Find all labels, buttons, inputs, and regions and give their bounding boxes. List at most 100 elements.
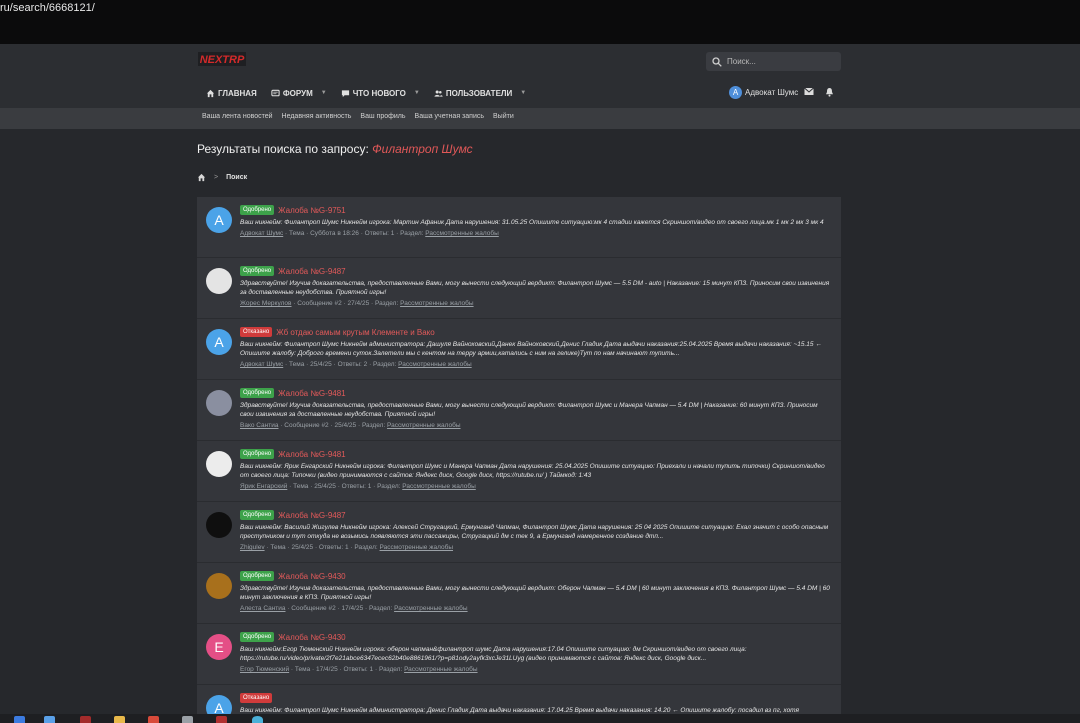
status-badge: Одобрено	[240, 449, 275, 459]
subnav-profile[interactable]: Ваш профиль	[360, 113, 405, 120]
avatar[interactable]: A	[206, 207, 232, 233]
result-author-link[interactable]: Жорес Меркулов	[240, 300, 292, 307]
status-badge: Одобрено	[240, 632, 275, 642]
result-author-link[interactable]: Адвокат Шумс	[240, 230, 283, 237]
avatar[interactable]	[206, 573, 232, 599]
search-result-row[interactable]: Одобрено Жалоба №G-9430 Здравствуйте! Изуч…	[197, 563, 841, 624]
user-menu[interactable]: A Адвокат Шумс	[729, 86, 798, 99]
nav-forum-label: ФОРУМ	[282, 88, 313, 98]
subnav-recent-activity[interactable]: Недавняя активность	[282, 113, 352, 120]
result-author-link[interactable]: Алеста Сантиа	[240, 605, 286, 612]
avatar[interactable]	[206, 512, 232, 538]
result-title-link[interactable]: Жалоба №G-9430	[278, 633, 345, 642]
taskbar-app-icon[interactable]	[182, 716, 193, 723]
avatar[interactable]	[206, 390, 232, 416]
mail-icon[interactable]	[804, 87, 814, 96]
result-section-link[interactable]: Рассмотренные жалобы	[394, 605, 468, 612]
search-result-row[interactable]: Одобрено Жалоба №G-9487 Здравствуйте! Изуч…	[197, 258, 841, 319]
result-title-link[interactable]: Жалоба №G-9430	[278, 572, 345, 581]
status-badge: Одобрено	[240, 266, 275, 276]
result-header: Отказано Жб отдаю самым крутым Клементе и…	[240, 327, 832, 337]
result-meta: Алеста Сантиа · Сообщение #2 · 17/4/25 ·…	[240, 604, 832, 613]
nav-whats-new[interactable]: ЧТО НОВОГО ▼	[341, 89, 420, 98]
result-meta: Адвокат Шумс · Тема · Суббота в 18:26 · …	[240, 229, 832, 238]
result-section-link[interactable]: Рассмотренные жалобы	[400, 300, 474, 307]
result-section-link[interactable]: Рассмотренные жалобы	[402, 483, 476, 490]
status-badge: Одобрено	[240, 205, 275, 215]
result-author-link[interactable]: Егор Тюменский	[240, 666, 289, 673]
avatar[interactable]: E	[206, 634, 232, 660]
nav-forum[interactable]: ФОРУМ ▼	[271, 89, 327, 98]
result-title-link[interactable]: Жалоба №G-9481	[278, 450, 345, 459]
nextrp-logo[interactable]: NEXTRP	[198, 52, 246, 66]
result-section-link[interactable]: Рассмотренные жалобы	[425, 230, 499, 237]
avatar[interactable]	[206, 451, 232, 477]
result-date: 25/4/25	[310, 361, 332, 368]
subnav-logout[interactable]: Выйти	[493, 113, 514, 120]
taskbar-app-icon[interactable]	[44, 716, 55, 723]
search-result-row[interactable]: E Одобрено Жалоба №G-9430 Ваш никнейм:Егор …	[197, 624, 841, 685]
search-result-row[interactable]: Одобрено Жалоба №G-9481 Ваш никнейм: Ярик …	[197, 441, 841, 502]
breadcrumb-current[interactable]: Поиск	[226, 174, 247, 181]
result-body: Одобрено Жалоба №G-9430 Ваш никнейм:Егор Т…	[240, 632, 832, 674]
taskbar-app-icon[interactable]	[80, 716, 91, 723]
result-title-link[interactable]: Жалоба №G-9487	[278, 511, 345, 520]
taskbar-app-icon[interactable]	[216, 716, 227, 723]
avatar[interactable]: A	[206, 329, 232, 355]
search-result-row[interactable]: A Отказано Жб отдаю самым крутым Клементе …	[197, 319, 841, 380]
users-icon	[434, 89, 443, 97]
search-result-row[interactable]: Одобрено Жалоба №G-9481 Здравствуйте! Изуч…	[197, 380, 841, 441]
result-header: Одобрено Жалоба №G-9430	[240, 632, 832, 642]
result-body: Одобрено Жалоба №G-9487 Ваш никнейм: Васил…	[240, 510, 832, 552]
status-badge: Отказано	[240, 693, 273, 703]
result-title-link[interactable]: Жб отдаю самым крутым Клементе и Вако	[276, 328, 435, 337]
chevron-down-icon[interactable]: ▼	[414, 90, 420, 96]
browser-address-bar[interactable]: ru/search/6668121/	[0, 0, 1080, 44]
result-section-label: Раздел:	[373, 361, 397, 368]
chevron-down-icon[interactable]: ▼	[520, 90, 526, 96]
result-author-link[interactable]: Zhigulev	[240, 544, 265, 551]
result-section-link[interactable]: Рассмотренные жалобы	[404, 666, 478, 673]
result-date: 25/4/25	[291, 544, 314, 551]
result-body: Одобрено Жалоба №G-9481 Ваш никнейм: Ярик …	[240, 449, 832, 491]
taskbar-app-icon[interactable]	[252, 716, 263, 723]
news-icon	[341, 89, 349, 97]
result-snippet: Здравствуйте! Изучив доказательства, пре…	[240, 402, 818, 418]
taskbar-app-icon[interactable]	[148, 716, 159, 723]
bell-icon[interactable]	[825, 87, 834, 97]
result-snippet: Ваш никнейм: Василий Жигулев Никнейм игр…	[240, 524, 829, 540]
result-author-link[interactable]: Ярик Енгарский	[240, 483, 287, 490]
folder-icon[interactable]	[114, 716, 125, 723]
result-section-link[interactable]: Рассмотренные жалобы	[387, 422, 461, 429]
result-title-link[interactable]: Жалоба №G-9487	[278, 267, 345, 276]
avatar[interactable]	[206, 268, 232, 294]
result-meta: Ярик Енгарский · Тема · 25/4/25 · Ответы…	[240, 482, 832, 491]
status-badge: Одобрено	[240, 510, 275, 520]
search-result-row[interactable]: A Одобрено Жалоба №G-9751 Ваш никнейм: Фила…	[197, 197, 841, 258]
search-result-row[interactable]: Одобрено Жалоба №G-9487 Ваш никнейм: Васил…	[197, 502, 841, 563]
url-text[interactable]: ru/search/6668121/	[0, 2, 95, 14]
nav-users[interactable]: ПОЛЬЗОВАТЕЛИ ▼	[434, 89, 526, 98]
result-date: 17/4/25	[316, 666, 338, 673]
result-section-label: Раздел:	[361, 422, 386, 429]
chevron-down-icon[interactable]: ▼	[321, 90, 327, 96]
result-meta: Егор Тюменский · Тема · 17/4/25 · Ответы…	[240, 665, 832, 674]
nav-home[interactable]: ГЛАВНАЯ	[206, 89, 257, 98]
result-snippet: Ваш никнейм: Филантроп Шумс Никнейм адми…	[240, 341, 822, 357]
result-author-link[interactable]: Адвокат Шумс	[240, 361, 283, 368]
search-input[interactable]	[727, 57, 827, 66]
windows-start-icon[interactable]	[14, 716, 25, 723]
subnav-account[interactable]: Ваша учетная запись	[415, 113, 484, 120]
nav-home-label: ГЛАВНАЯ	[218, 88, 257, 98]
result-replies: Ответы: 1	[343, 666, 374, 673]
subnav-news-feed[interactable]: Ваша лента новостей	[202, 113, 273, 120]
result-section-link[interactable]: Рассмотренные жалобы	[380, 544, 454, 551]
result-snippet: Ваш никнейм: Ярик Енгарский Никнейм игро…	[240, 463, 825, 479]
result-title-link[interactable]: Жалоба №G-9481	[278, 389, 345, 398]
os-taskbar	[0, 714, 1080, 723]
result-title-link[interactable]: Жалоба №G-9751	[278, 206, 345, 215]
result-section-link[interactable]: Рассмотренные жалобы	[398, 361, 472, 368]
result-author-link[interactable]: Вако Сантиа	[240, 422, 278, 429]
home-icon[interactable]	[197, 173, 206, 182]
search-box[interactable]	[706, 52, 841, 71]
